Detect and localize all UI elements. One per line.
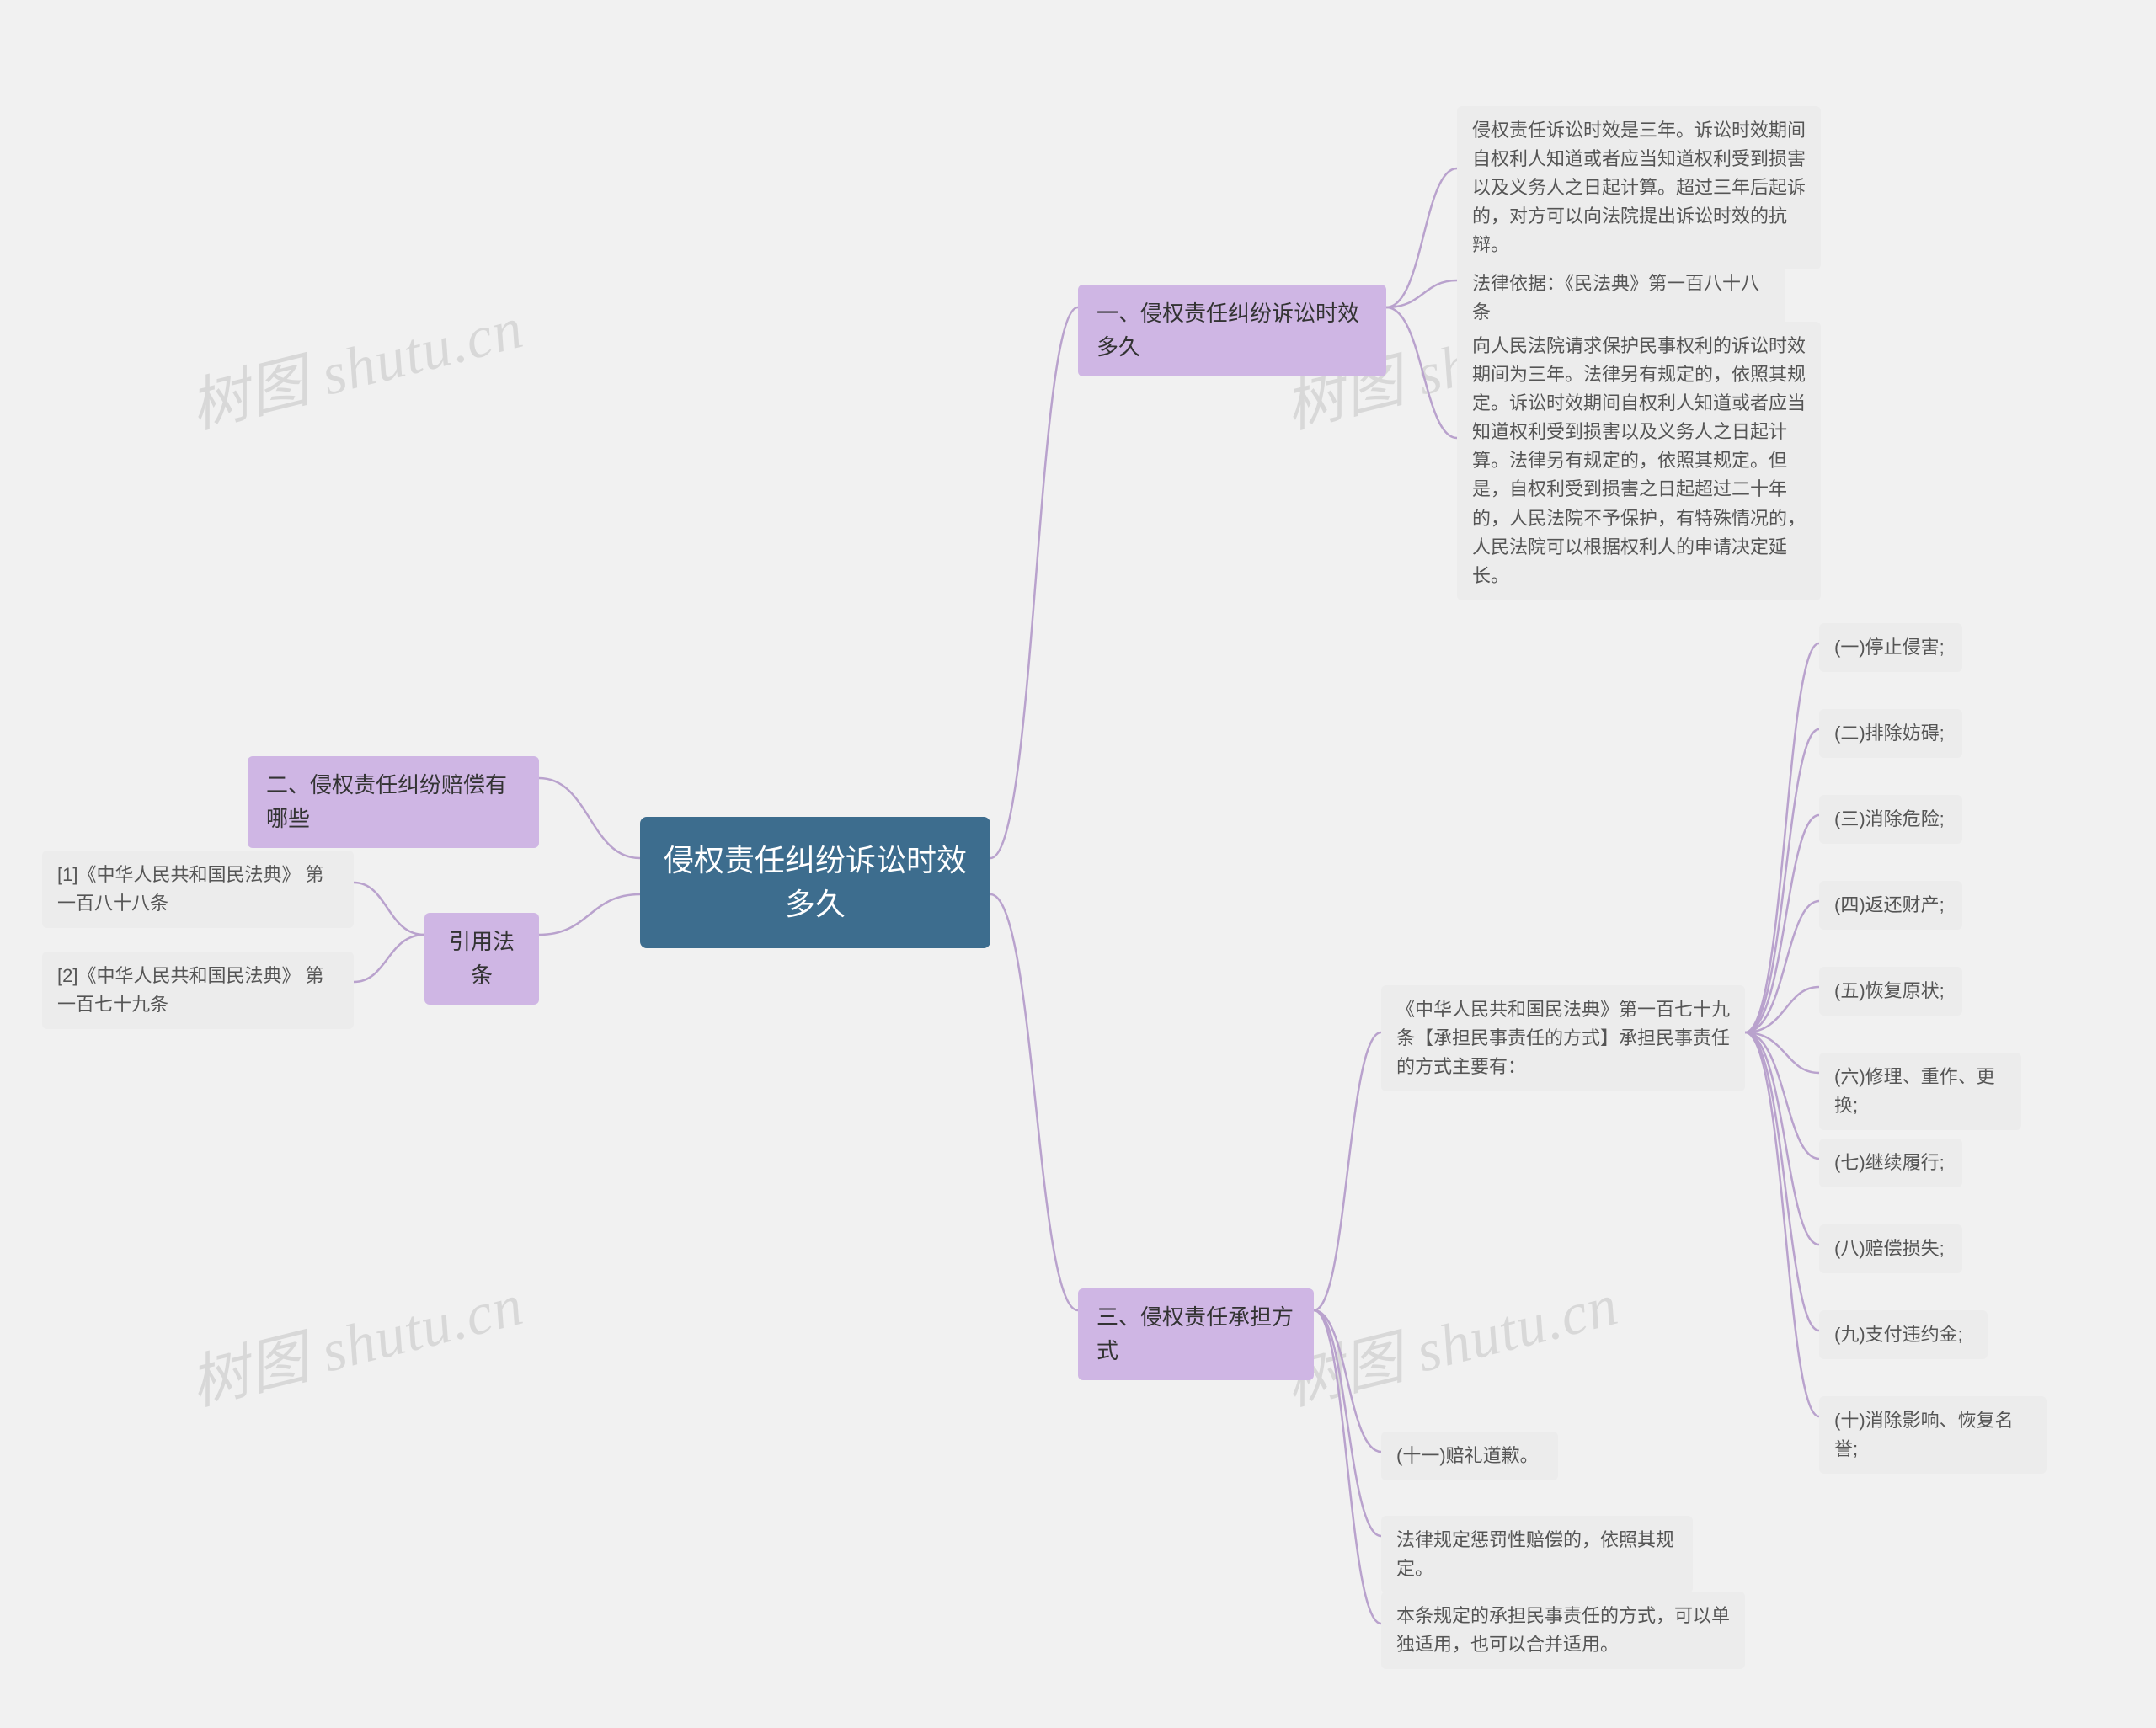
branch-3[interactable]: 三、侵权责任承担方式 — [1078, 1288, 1314, 1380]
b3-item-7: (七)继续履行; — [1819, 1139, 1962, 1187]
watermark: 树图 shutu.cn — [180, 280, 531, 445]
b3-item-10: (十)消除影响、恢复名誉; — [1819, 1396, 2047, 1474]
b3-item-3: (三)消除危险; — [1819, 795, 1962, 844]
b3-item-4: (四)返还财产; — [1819, 881, 1962, 930]
b3-extra-2: 本条规定的承担民事责任的方式，可以单独适用，也可以合并适用。 — [1381, 1592, 1745, 1669]
b3-item-6: (六)修理、重作、更换; — [1819, 1053, 2021, 1130]
b3-law: 《中华人民共和国民法典》第一百七十九条【承担民事责任的方式】承担民事责任的方式主… — [1381, 985, 1745, 1091]
b3-item-8: (八)赔偿损失; — [1819, 1224, 1962, 1273]
cite-1: [1]《中华人民共和国民法典》 第一百八十八条 — [42, 851, 354, 928]
b3-item-5: (五)恢复原状; — [1819, 967, 1962, 1016]
branch-2[interactable]: 二、侵权责任纠纷赔偿有哪些 — [248, 756, 539, 848]
b3-item-9: (九)支付违约金; — [1819, 1310, 1988, 1359]
cite-header[interactable]: 引用法条 — [424, 913, 539, 1005]
b1-note-3: 向人民法院请求保护民事权利的诉讼时效期间为三年。法律另有规定的，依照其规定。诉讼… — [1457, 322, 1821, 600]
b3-item-11: (十一)赔礼道歉。 — [1381, 1432, 1558, 1480]
branch-1[interactable]: 一、侵权责任纠纷诉讼时效多久 — [1078, 285, 1386, 376]
b3-item-2: (二)排除妨碍; — [1819, 709, 1962, 758]
watermark: 树图 shutu.cn — [180, 1257, 531, 1422]
b1-note-1: 侵权责任诉讼时效是三年。诉讼时效期间自权利人知道或者应当知道权利受到损害以及义务… — [1457, 106, 1821, 269]
cite-2: [2]《中华人民共和国民法典》 第一百七十九条 — [42, 952, 354, 1029]
root-node[interactable]: 侵权责任纠纷诉讼时效多久 — [640, 817, 990, 948]
b3-item-1: (一)停止侵害; — [1819, 623, 1962, 672]
b3-extra-1: 法律规定惩罚性赔偿的，依照其规定。 — [1381, 1516, 1693, 1593]
watermark: 树图 shutu.cn — [1275, 1257, 1625, 1422]
